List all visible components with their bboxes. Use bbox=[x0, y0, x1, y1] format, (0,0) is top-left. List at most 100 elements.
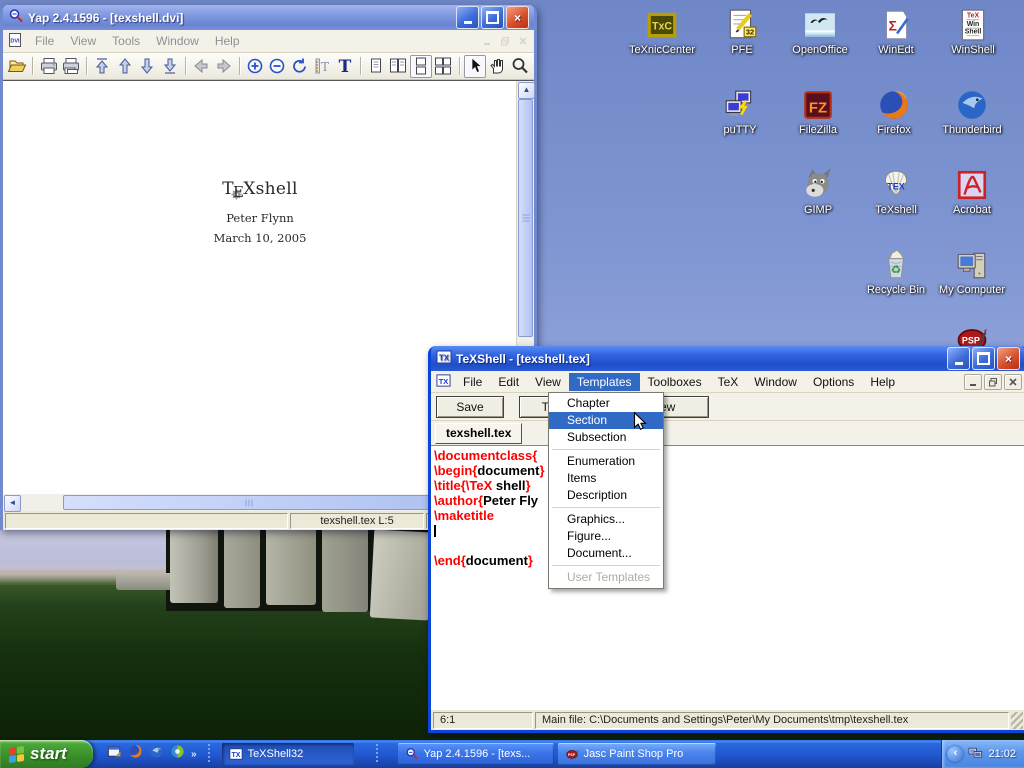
quick-launch-media-player-button[interactable] bbox=[170, 744, 185, 764]
start-button[interactable]: start bbox=[0, 740, 93, 768]
resize-grip[interactable] bbox=[1011, 712, 1023, 729]
yap-toolbar-page-last-button[interactable] bbox=[159, 55, 181, 78]
desktop-icon-mycomputer[interactable]: My Computer bbox=[934, 248, 1010, 296]
yap-toolbar-view-single-button[interactable] bbox=[365, 55, 387, 78]
task-button-yap-2-4-1596-texs[interactable]: Yap 2.4.1596 - [texs... bbox=[398, 743, 554, 765]
yap-toolbar-print-multi-button[interactable] bbox=[60, 55, 82, 78]
yap-toolbar-text-tool-button[interactable]: T bbox=[333, 55, 355, 78]
yap-mdi-restore-button[interactable] bbox=[497, 34, 513, 48]
texshell-mdi-restore-button[interactable] bbox=[984, 374, 1002, 390]
yap-toolbar-zoom-in-button[interactable] bbox=[244, 55, 266, 78]
yap-menu-file[interactable]: File bbox=[27, 32, 62, 50]
svg-text:TX: TX bbox=[439, 376, 449, 385]
quick-launch-show-desktop-button[interactable] bbox=[107, 744, 122, 764]
task-button-label: Jasc Paint Shop Pro bbox=[584, 748, 684, 760]
yap-titlebar[interactable]: Yap 2.4.1596 - [texshell.dvi] × bbox=[3, 5, 534, 30]
scroll-left-button[interactable]: ◄ bbox=[4, 495, 21, 512]
menu-item-description[interactable]: Description bbox=[549, 487, 663, 504]
yap-toolbar-refresh-button[interactable] bbox=[289, 55, 311, 78]
yap-toolbar-back-button[interactable] bbox=[190, 55, 212, 78]
texshell-menu-options[interactable]: Options bbox=[805, 373, 862, 391]
texshell-menu-tex[interactable]: TeX bbox=[710, 373, 747, 391]
desktop-icon-gimp[interactable]: GIMP bbox=[780, 168, 856, 216]
yap-menu-tools[interactable]: Tools bbox=[104, 32, 148, 50]
menu-item-enumeration[interactable]: Enumeration bbox=[549, 453, 663, 470]
yap-toolbar-open-button[interactable] bbox=[6, 55, 28, 78]
texshell-menubar: TX FileEditViewTemplatesToolboxesTeXWind… bbox=[431, 371, 1024, 393]
yap-toolbar-ruler-tool-button[interactable]: T bbox=[311, 55, 333, 78]
desktop-icon-pfe[interactable]: 32PFE bbox=[704, 8, 780, 56]
yap-minimize-button[interactable] bbox=[456, 6, 479, 29]
desktop-icon-putty[interactable]: puTTY bbox=[702, 88, 778, 136]
yap-menu-view[interactable]: View bbox=[62, 32, 104, 50]
texshell-mdi-minimize-button[interactable] bbox=[964, 374, 982, 390]
menu-separator bbox=[552, 565, 660, 566]
save-button[interactable]: Save bbox=[436, 396, 504, 418]
quick-launch-bar: » bbox=[93, 744, 206, 764]
yap-toolbar-page-down-button[interactable] bbox=[136, 55, 158, 78]
dvi-page-icon[interactable]: DVI bbox=[3, 32, 27, 51]
desktop-icon-thunderbird[interactable]: Thunderbird bbox=[934, 88, 1010, 136]
yap-menu-window[interactable]: Window bbox=[148, 32, 207, 50]
hide-tray-icons-button[interactable]: ‹ bbox=[947, 746, 963, 762]
yap-maximize-button[interactable] bbox=[481, 6, 504, 29]
yap-mdi-close-button[interactable] bbox=[515, 34, 531, 48]
texshell-minimize-button[interactable] bbox=[947, 347, 970, 370]
yap-toolbar-page-first-button[interactable] bbox=[91, 55, 113, 78]
texshell-menu-window[interactable]: Window bbox=[746, 373, 805, 391]
texshell-menu-edit[interactable]: Edit bbox=[490, 373, 527, 391]
tab-texshell-tex[interactable]: texshell.tex bbox=[435, 423, 522, 444]
yap-toolbar-print-button[interactable] bbox=[37, 55, 59, 78]
texshell-titlebar[interactable]: TX TeXShell - [texshell.tex] × bbox=[431, 346, 1024, 371]
scroll-up-button[interactable]: ▲ bbox=[518, 82, 535, 99]
texshell-menu-file[interactable]: File bbox=[455, 373, 490, 391]
desktop-icon-firefox[interactable]: Firefox bbox=[856, 88, 932, 136]
quick-launch-firefox-button[interactable] bbox=[128, 744, 143, 764]
task-button-texshell32[interactable]: TXTeXShell32 bbox=[222, 743, 354, 765]
desktop-icon-texshell[interactable]: TEXTeXshell bbox=[858, 168, 934, 216]
openoffice-icon bbox=[803, 8, 837, 42]
desktop-icon-winshell[interactable]: TeXWinShellWinShell bbox=[935, 8, 1011, 56]
mdi-restore-icon bbox=[988, 377, 998, 387]
horizontal-scroll-thumb[interactable] bbox=[63, 495, 435, 510]
desktop-icon-label: Recycle Bin bbox=[858, 284, 934, 296]
desktop-icon-filezilla[interactable]: FZFileZilla bbox=[780, 88, 856, 136]
yap-toolbar-select-cursor-button[interactable] bbox=[464, 55, 486, 78]
latex-text: Peter Fly bbox=[483, 493, 538, 508]
yap-toolbar-view-continuous-double-button[interactable] bbox=[432, 55, 454, 78]
quick-launch-overflow-chevron[interactable]: » bbox=[191, 749, 196, 760]
yap-toolbar-view-double-button[interactable] bbox=[387, 55, 409, 78]
yap-toolbar-zoom-out-button[interactable] bbox=[266, 55, 288, 78]
desktop-icon-texniccenter[interactable]: TxCTeXnicCenter bbox=[624, 8, 700, 56]
menu-item-figure[interactable]: Figure... bbox=[549, 528, 663, 545]
quick-launch-thunderbird-button[interactable] bbox=[149, 744, 164, 764]
texshell-menu-view[interactable]: View bbox=[527, 373, 569, 391]
task-button-jasc-paint-shop-pro[interactable]: PSPJasc Paint Shop Pro bbox=[558, 743, 716, 765]
desktop-icon-openoffice[interactable]: OpenOffice bbox=[782, 8, 858, 56]
yap-toolbar-view-continuous-button[interactable] bbox=[410, 55, 432, 78]
texshell-editor[interactable]: \documentclass{\begin{document}\title{\T… bbox=[431, 446, 1024, 710]
texshell-close-button[interactable]: × bbox=[997, 347, 1020, 370]
texshell-maximize-button[interactable] bbox=[972, 347, 995, 370]
texshell-menu-toolboxes[interactable]: Toolboxes bbox=[640, 373, 710, 391]
menu-item-graphics[interactable]: Graphics... bbox=[549, 511, 663, 528]
desktop-icon-acrobat[interactable]: Acrobat bbox=[934, 168, 1010, 216]
yap-menu-help[interactable]: Help bbox=[207, 32, 248, 50]
yap-toolbar-page-up-button[interactable] bbox=[114, 55, 136, 78]
yap-mdi-minimize-button[interactable] bbox=[479, 34, 495, 48]
desktop-icon-recyclebin[interactable]: ♻Recycle Bin bbox=[858, 248, 934, 296]
yap-close-button[interactable]: × bbox=[506, 6, 529, 29]
menu-item-items[interactable]: Items bbox=[549, 470, 663, 487]
yap-toolbar-forward-button[interactable] bbox=[212, 55, 234, 78]
texshell-menu-templates[interactable]: Templates bbox=[569, 373, 640, 391]
task-button-label: Yap 2.4.1596 - [texs... bbox=[424, 748, 531, 760]
menu-item-document[interactable]: Document... bbox=[549, 545, 663, 562]
show-desktop-icon bbox=[107, 744, 122, 759]
texshell-mdi-close-button[interactable] bbox=[1004, 374, 1022, 390]
yap-toolbar-magnifier-button[interactable] bbox=[508, 55, 530, 78]
desktop-icon-winedt[interactable]: ΣWinEdt bbox=[858, 8, 934, 56]
yap-toolbar-hand-tool-button[interactable] bbox=[486, 55, 508, 78]
network-tray-icon[interactable] bbox=[968, 745, 983, 763]
vertical-scroll-thumb[interactable] bbox=[518, 99, 533, 337]
texshell-menu-help[interactable]: Help bbox=[862, 373, 903, 391]
